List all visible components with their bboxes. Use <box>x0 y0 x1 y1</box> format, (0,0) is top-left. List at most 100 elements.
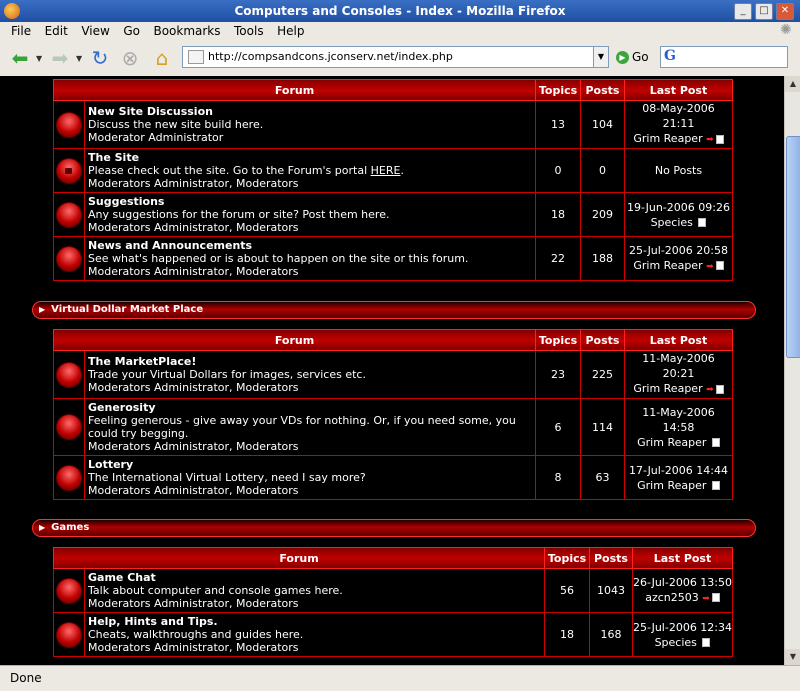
menu-go[interactable]: Go <box>118 22 145 40</box>
menu-view[interactable]: View <box>76 22 114 40</box>
last-post-user[interactable]: Species <box>651 216 693 229</box>
view-latest-post-icon[interactable]: ➡ <box>706 135 714 145</box>
vertical-scrollbar[interactable]: ▲ ▼ <box>784 76 800 665</box>
post-icon[interactable] <box>702 638 711 647</box>
col-header-posts: Posts <box>580 329 625 351</box>
col-header-last-post: Last Post <box>624 79 733 101</box>
last-post-user[interactable]: Grim Reaper <box>633 259 702 272</box>
menu-edit[interactable]: Edit <box>40 22 73 40</box>
menu-help[interactable]: Help <box>272 22 309 40</box>
back-arrow-icon[interactable]: ⬅ <box>8 46 32 70</box>
forum-link[interactable]: Game Chat <box>88 571 541 584</box>
topics-count: 6 <box>535 398 581 456</box>
post-icon[interactable] <box>711 481 720 490</box>
scroll-down-arrow-icon[interactable]: ▼ <box>785 649 800 665</box>
forum-description: See what's happened or is about to happe… <box>88 252 469 265</box>
menu-tools[interactable]: Tools <box>229 22 269 40</box>
post-icon[interactable] <box>711 438 720 447</box>
view-latest-post-icon[interactable]: ➡ <box>706 385 714 395</box>
portal-link[interactable]: HERE <box>371 164 401 177</box>
table-row: New Site Discussion Discuss the new site … <box>53 100 733 149</box>
forum-status-icon <box>56 414 82 440</box>
forum-link[interactable]: Lottery <box>88 458 532 471</box>
topics-count: 56 <box>544 568 590 613</box>
forum-link[interactable]: News and Announcements <box>88 239 532 252</box>
minimize-button[interactable]: _ <box>734 3 752 20</box>
forum-link[interactable]: New Site Discussion <box>88 105 532 118</box>
address-dropdown[interactable]: ▼ <box>593 46 609 68</box>
collapse-triangle-icon[interactable]: ▶ <box>39 520 45 536</box>
forum-description: Please check out the site. Go to the For… <box>88 164 371 177</box>
forum-status-icon <box>56 621 82 648</box>
menu-file[interactable]: File <box>6 22 36 40</box>
forum-moderators: Moderators Administrator, Moderators <box>88 597 299 610</box>
col-header-topics: Topics <box>535 329 581 351</box>
last-post-user[interactable]: Grim Reaper <box>637 436 706 449</box>
forum-moderators: Moderators Administrator, Moderators <box>88 221 299 234</box>
topics-count: 18 <box>544 612 590 657</box>
menu-bookmarks[interactable]: Bookmarks <box>148 22 225 40</box>
forum-link[interactable]: The Site <box>88 151 532 164</box>
go-arrow-icon: ▶ <box>616 51 629 64</box>
close-button[interactable]: ✕ <box>776 3 794 20</box>
forum-status-icon <box>56 201 82 228</box>
forum-link[interactable]: The MarketPlace! <box>88 355 532 368</box>
forum-link[interactable]: Suggestions <box>88 195 532 208</box>
search-input[interactable]: G <box>660 46 788 68</box>
post-icon <box>715 261 724 270</box>
table-row: Help, Hints and Tips. Cheats, walkthrough… <box>53 612 733 657</box>
address-bar[interactable]: http://compsandcons.jconserv.net/index.p… <box>182 46 594 68</box>
collapse-triangle-icon[interactable]: ▶ <box>39 302 45 318</box>
topics-count: 23 <box>535 350 581 399</box>
menu-bar: File Edit View Go Bookmarks Tools Help <box>0 22 800 41</box>
forum-status-icon <box>56 361 82 388</box>
maximize-button[interactable]: □ <box>755 3 773 20</box>
forward-history-dropdown[interactable]: ▼ <box>76 54 82 63</box>
last-post-date: No Posts <box>654 164 703 177</box>
posts-count: 0 <box>580 148 625 193</box>
status-bar: Done <box>0 665 800 691</box>
scrollbar-thumb[interactable] <box>786 136 800 358</box>
topics-count: 8 <box>535 455 581 500</box>
forum-description: Trade your Virtual Dollars for images, s… <box>88 368 366 381</box>
col-header-last-post: Last Post <box>624 329 733 351</box>
forum-link[interactable]: Generosity <box>88 401 532 414</box>
stop-icon[interactable]: ⊗ <box>118 46 142 70</box>
forum-moderators: Moderators Administrator, Moderators <box>88 265 299 278</box>
forum-link[interactable]: Help, Hints and Tips. <box>88 615 541 628</box>
topics-count: 0 <box>535 148 581 193</box>
google-search-icon: G <box>664 48 676 64</box>
go-button[interactable]: ▶ Go <box>616 48 649 66</box>
last-post-user[interactable]: Species <box>655 636 697 649</box>
forum-moderators: Moderators Administrator, Moderators <box>88 177 299 190</box>
home-icon[interactable]: ⌂ <box>150 46 174 70</box>
table-row: Lottery The International Virtual Lottery… <box>53 455 733 500</box>
post-icon <box>715 384 724 394</box>
posts-count: 209 <box>580 192 625 237</box>
category-header-virtual-dollar[interactable]: ▶ Virtual Dollar Market Place <box>32 301 756 319</box>
col-header-posts: Posts <box>589 547 633 569</box>
view-latest-post-icon[interactable]: ➡ <box>706 262 714 272</box>
category-header-games[interactable]: ▶ Games <box>32 519 756 537</box>
forum-description: Talk about computer and console games he… <box>88 584 343 597</box>
last-post-date: 17-Jul-2006 14:44 <box>628 463 728 477</box>
forum-status-icon <box>56 577 82 604</box>
forum-status-icon <box>56 245 82 272</box>
posts-count: 188 <box>580 236 625 281</box>
reload-icon[interactable]: ↻ <box>88 46 112 70</box>
table-row: Game Chat Talk about computer and console… <box>53 568 733 613</box>
last-post-user[interactable]: Grim Reaper <box>633 132 702 145</box>
last-post-user[interactable]: Grim Reaper <box>637 479 706 492</box>
last-post-user[interactable]: Grim Reaper <box>633 382 702 395</box>
last-post-user[interactable]: azcn2503 <box>645 591 699 604</box>
post-icon[interactable] <box>698 218 707 227</box>
site-favicon <box>188 50 204 64</box>
back-history-dropdown[interactable]: ▼ <box>36 54 42 63</box>
view-latest-post-icon[interactable]: ➡ <box>702 594 710 604</box>
forward-arrow-icon[interactable]: ➡ <box>48 46 72 70</box>
forum-status-icon <box>56 464 82 491</box>
scroll-up-arrow-icon[interactable]: ▲ <box>785 76 800 92</box>
topics-count: 13 <box>535 100 581 149</box>
navigation-toolbar: ⬅ ▼ ➡ ▼ ↻ ⊗ ⌂ http://compsandcons.jconse… <box>0 40 800 77</box>
forum-status-icon <box>56 111 82 138</box>
